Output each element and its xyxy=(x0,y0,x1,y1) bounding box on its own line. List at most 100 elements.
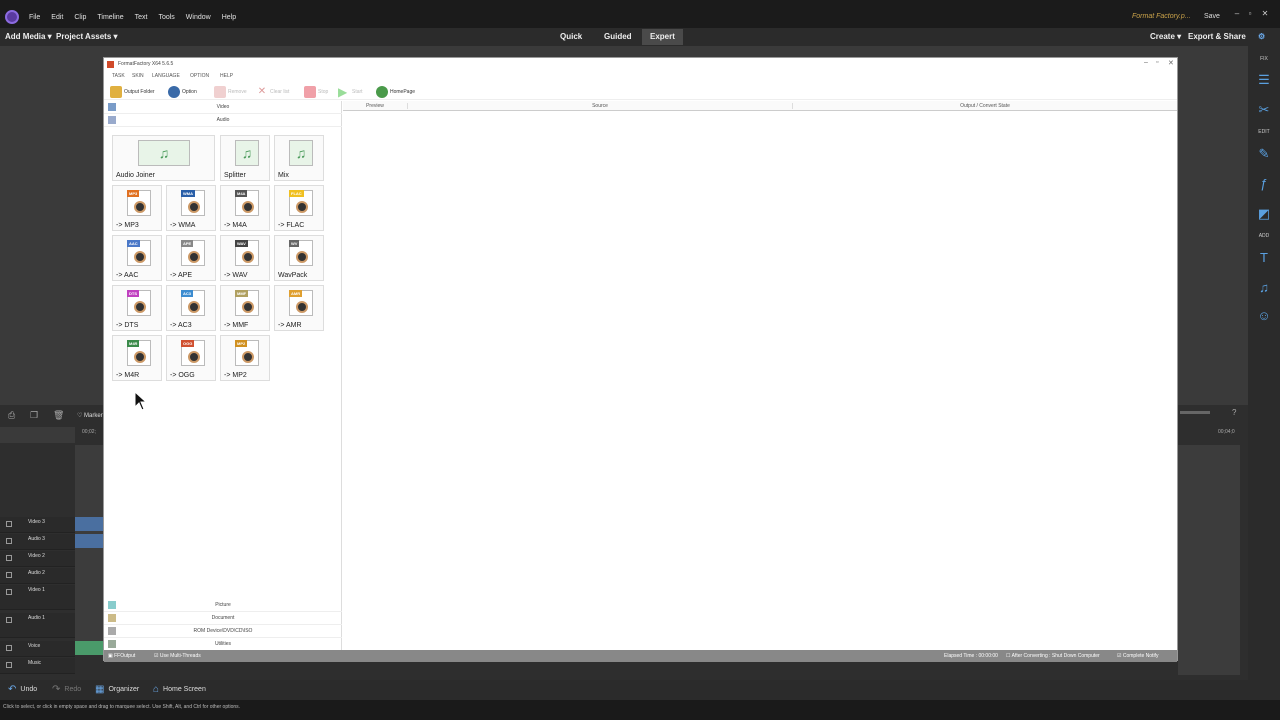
tile-flac[interactable]: FLAC -> FLAC xyxy=(274,185,324,231)
ff-maximize-icon[interactable]: ▫ xyxy=(1156,59,1158,66)
tile-splitter[interactable]: ♫ Splitter xyxy=(220,135,270,181)
track-header-voice[interactable]: Voice xyxy=(0,641,75,657)
save-button[interactable]: Save xyxy=(1204,13,1220,20)
audio3-clip[interactable] xyxy=(75,534,103,548)
tile-m4r[interactable]: M4R -> M4R xyxy=(112,335,162,381)
voice-clip[interactable] xyxy=(75,641,103,655)
tools-icon[interactable]: ✂ xyxy=(1256,102,1272,118)
ff-menu-task[interactable]: TASK xyxy=(112,73,125,79)
track-header-video3[interactable]: Video 3 xyxy=(0,517,75,533)
menu-file[interactable]: File xyxy=(29,14,40,21)
tile-m4a[interactable]: M4A -> M4A xyxy=(220,185,270,231)
menu-text[interactable]: Text xyxy=(135,14,148,21)
output-folder-button[interactable]: Output Folder xyxy=(110,86,155,98)
track-header-audio2[interactable]: Audio 2 xyxy=(0,568,75,584)
zoom-slider[interactable] xyxy=(1180,411,1210,414)
menu-tools[interactable]: Tools xyxy=(158,14,174,21)
tab-expert[interactable]: Expert xyxy=(642,29,683,45)
tile-ape[interactable]: APE -> APE xyxy=(166,235,216,281)
ff-menu-skin[interactable]: SKIN xyxy=(132,73,144,79)
delete-icon[interactable]: 🗑 xyxy=(53,410,64,421)
timeline-track-area[interactable] xyxy=(75,445,103,655)
stop-button[interactable]: Stop xyxy=(304,86,328,98)
ff-menu-help[interactable]: HELP xyxy=(220,73,233,79)
tile-wavpack[interactable]: WV WavPack xyxy=(274,235,324,281)
track-toggle-icon[interactable] xyxy=(6,589,12,595)
render-icon[interactable]: ⎙ xyxy=(8,410,15,421)
category-picture[interactable]: Picture xyxy=(104,599,342,612)
minimize-icon[interactable]: – xyxy=(1232,9,1242,19)
tile-wav[interactable]: WAV -> WAV xyxy=(220,235,270,281)
tile-mp2[interactable]: MP2 -> MP2 xyxy=(220,335,270,381)
clear-list-button[interactable]: ✕ Clear list xyxy=(256,86,290,98)
track-toggle-icon[interactable] xyxy=(6,617,12,623)
organizer-button[interactable]: ▦ Organizer xyxy=(95,684,139,695)
track-toggle-icon[interactable] xyxy=(6,645,12,651)
home-screen-button[interactable]: ⌂ Home Screen xyxy=(153,684,206,695)
adjust-sliders-icon[interactable]: ☰ xyxy=(1256,72,1272,88)
applied-effects-icon[interactable]: ✎ xyxy=(1256,146,1272,162)
tile-mp3[interactable]: MP3 -> MP3 xyxy=(112,185,162,231)
export-share-button[interactable]: Export & Share xyxy=(1188,32,1246,41)
create-button[interactable]: Create ▾ xyxy=(1150,32,1181,41)
option-button[interactable]: Option xyxy=(168,86,197,98)
track-header-music[interactable]: Music xyxy=(0,658,75,674)
output-path[interactable]: ▣ FFOutput xyxy=(108,653,135,659)
remove-button[interactable]: Remove xyxy=(214,86,247,98)
ff-close-icon[interactable]: ✕ xyxy=(1168,59,1174,67)
tile-amr[interactable]: AMR -> AMR xyxy=(274,285,324,331)
category-document[interactable]: Document xyxy=(104,612,342,625)
menu-window[interactable]: Window xyxy=(186,14,211,21)
copy-icon[interactable]: ❐ xyxy=(30,410,38,421)
ff-menu-language[interactable]: LANGUAGE xyxy=(152,73,180,79)
track-toggle-icon[interactable] xyxy=(6,555,12,561)
homepage-button[interactable]: HomePage xyxy=(376,86,415,98)
transitions-icon[interactable]: ◩ xyxy=(1256,206,1272,222)
redo-button[interactable]: ↷ Redo xyxy=(52,684,81,695)
track-toggle-icon[interactable] xyxy=(6,521,12,527)
category-video[interactable]: Video xyxy=(104,101,342,114)
start-button[interactable]: ▶ Start xyxy=(338,86,363,98)
tile-ac3[interactable]: AC3 -> AC3 xyxy=(166,285,216,331)
tile-dts[interactable]: DTS -> DTS xyxy=(112,285,162,331)
marker-button[interactable]: ♡ Marker xyxy=(77,412,103,419)
track-toggle-icon[interactable] xyxy=(6,538,12,544)
ff-minimize-icon[interactable]: – xyxy=(1144,59,1148,66)
tile-ogg[interactable]: OGG -> OGG xyxy=(166,335,216,381)
menu-edit[interactable]: Edit xyxy=(51,14,63,21)
effects-fx-icon[interactable]: ƒ xyxy=(1256,176,1272,192)
track-header-video1[interactable]: Video 1 xyxy=(0,585,75,610)
track-header-audio1[interactable]: Audio 1 xyxy=(0,613,75,638)
track-header-audio3[interactable]: Audio 3 xyxy=(0,534,75,550)
column-source[interactable]: Source xyxy=(407,103,792,109)
help-icon[interactable]: ? xyxy=(1232,408,1236,417)
maximize-icon[interactable]: ▫ xyxy=(1245,9,1255,19)
titles-text-icon[interactable]: T xyxy=(1256,250,1272,266)
track-toggle-icon[interactable] xyxy=(6,662,12,668)
tile-aac[interactable]: AAC -> AAC xyxy=(112,235,162,281)
tab-guided[interactable]: Guided xyxy=(596,29,640,45)
video3-clip[interactable] xyxy=(75,517,103,531)
tab-quick[interactable]: Quick xyxy=(552,29,590,45)
tile-audio-joiner[interactable]: ♫ Audio Joiner xyxy=(112,135,215,181)
menu-timeline[interactable]: Timeline xyxy=(97,14,123,21)
complete-notify-checkbox[interactable]: ☑ Complete Notify xyxy=(1117,653,1158,659)
menu-help[interactable]: Help xyxy=(222,14,236,21)
undo-button[interactable]: ↶ Undo xyxy=(8,684,37,695)
tile-mmf[interactable]: MMF -> MMF xyxy=(220,285,270,331)
column-preview[interactable]: Preview xyxy=(343,103,407,109)
music-icon[interactable]: ♫ xyxy=(1256,280,1272,296)
track-header-video2[interactable]: Video 2 xyxy=(0,551,75,567)
menu-clip[interactable]: Clip xyxy=(74,14,86,21)
settings-gear-icon[interactable]: ⚙ xyxy=(1258,32,1265,41)
after-converting-checkbox[interactable]: ☐ After Converting : Shut Down Computer xyxy=(1006,653,1100,659)
track-toggle-icon[interactable] xyxy=(6,572,12,578)
category-rom-device[interactable]: ROM Device\DVD\CD\ISO xyxy=(104,625,342,638)
timeline-track-area-right[interactable] xyxy=(1178,445,1240,675)
column-output-state[interactable]: Output / Convert State xyxy=(792,103,1177,109)
category-audio[interactable]: Audio xyxy=(104,114,342,127)
close-icon[interactable]: ✕ xyxy=(1260,9,1270,19)
graphics-icon[interactable]: ☺ xyxy=(1256,308,1272,324)
tile-mix[interactable]: ♫ Mix xyxy=(274,135,324,181)
ff-menu-option[interactable]: OPTION xyxy=(190,73,209,79)
